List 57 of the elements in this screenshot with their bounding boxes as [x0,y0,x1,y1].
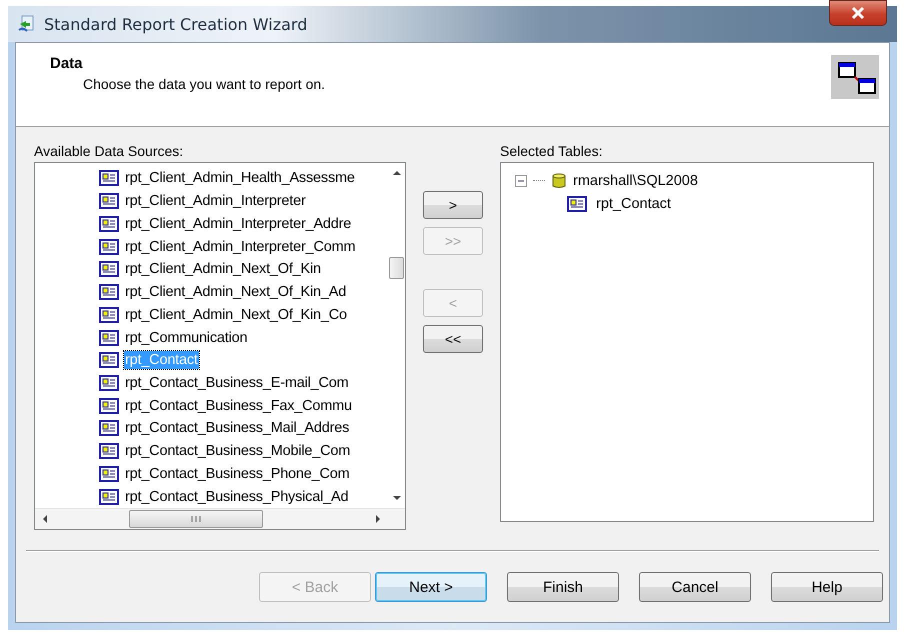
selected-tables-label: Selected Tables: [500,143,604,159]
table-icon [99,284,119,300]
wizard-button[interactable]: Cancel [639,572,751,602]
table-icon [99,374,119,391]
scroll-thumb[interactable] [389,257,404,279]
scroll-left-icon [41,514,49,524]
available-sources-label: Available Data Sources: [34,143,184,159]
data-source-item[interactable]: rpt_Communication [124,328,248,346]
data-source-item[interactable]: rpt_Contact_Business_Fax_Commu [124,396,353,415]
table-icon [99,306,119,323]
wizard-button[interactable]: Next > [375,572,487,602]
table-icon [99,466,119,482]
data-source-item[interactable]: rpt_Client_Admin_Health_Assessme [124,169,356,188]
scroll-right-icon [374,514,382,524]
data-source-item[interactable]: rpt_Client_Admin_Interpreter_Comm [124,238,356,256]
report-icon [18,15,36,33]
table-icon [99,420,119,436]
database-icon [551,172,567,188]
step-description: Choose the data you want to report on. [83,76,326,92]
table-icon [99,330,119,346]
move-button[interactable]: > [423,191,483,219]
wizard-button[interactable]: Help [771,572,883,602]
data-source-item[interactable]: rpt_Client_Admin_Next_Of_Kin [124,260,322,278]
table-icon [99,193,119,210]
table-icon [99,238,119,255]
table-icon [99,261,119,278]
tree-item[interactable]: rpt_Contact [596,196,671,212]
grip-icon [190,515,202,523]
data-source-item[interactable]: rpt_Contact_Business_Mail_Addres [124,419,350,438]
window-title: Standard Report Creation Wizard [44,14,308,34]
data-source-item[interactable]: rpt_Contact_Business_Mobile_Com [124,442,352,460]
close-button[interactable] [829,0,887,26]
step-title: Data [50,55,84,72]
table-icon [99,216,119,232]
data-source-item[interactable]: rpt_Client_Admin_Next_Of_Kin_Co [124,306,348,324]
scroll-down-icon [392,494,402,502]
wizard-button[interactable]: Finish [507,572,619,602]
table-icon [99,398,119,414]
table-icon [567,196,587,212]
scroll-thumb[interactable] [129,510,263,528]
data-source-item[interactable]: rpt_Contact_Business_E-mail_Com [124,374,350,392]
table-icon [99,352,119,368]
move-button[interactable]: << [423,325,483,353]
data-source-item[interactable]: rpt_Contact_Business_Phone_Com [124,464,351,483]
table-icon [99,170,119,186]
tree-item[interactable]: rmarshall\SQL2008 [573,172,698,188]
close-icon [850,7,866,19]
linked-tables-icon [831,55,879,99]
data-source-item[interactable]: rpt_Contact_Business_Physical_Ad [124,488,350,506]
table-icon [99,443,119,460]
data-source-item[interactable]: rpt_Client_Admin_Interpreter_Addre [124,214,352,233]
table-icon [99,488,119,505]
collapse-icon[interactable] [515,174,527,186]
data-source-item[interactable]: rpt_Client_Admin_Next_Of_Kin_Ad [124,283,348,302]
scroll-up-icon [392,169,402,177]
horizontal-scrollbar[interactable] [35,508,405,529]
data-source-item[interactable]: rpt_Client_Admin_Interpreter [124,192,307,210]
